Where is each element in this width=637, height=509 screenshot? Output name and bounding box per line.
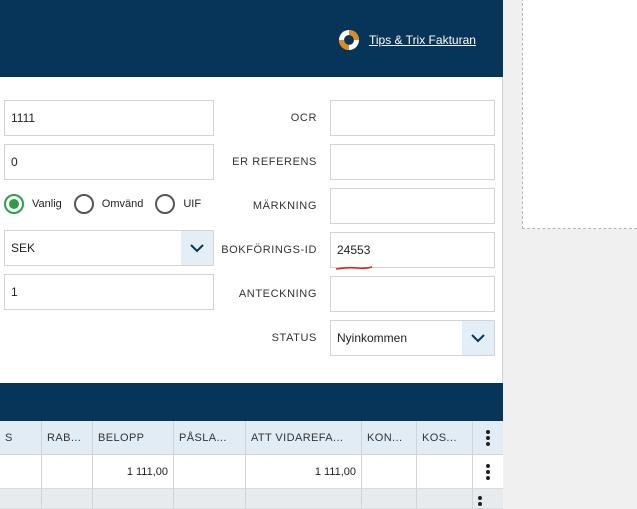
table-cell: [417, 455, 473, 488]
anteckning-input[interactable]: [330, 276, 495, 312]
radio-label-omvand: Omvänd: [101, 198, 144, 210]
column-header[interactable]: KOS...: [417, 421, 473, 454]
table-cell: [42, 455, 93, 488]
kebab-menu-icon[interactable]: [473, 489, 503, 508]
table-cell: [0, 455, 42, 488]
bokforings-id-input[interactable]: 24553: [330, 232, 495, 268]
table-cell: [362, 455, 417, 488]
status-label: STATUS: [271, 332, 317, 344]
radio-circle-icon: [73, 194, 94, 214]
tips-link[interactable]: Tips & Trix Fakturan: [369, 33, 476, 47]
ocr-label: OCR: [290, 112, 317, 124]
red-underline-annotation: [335, 266, 373, 270]
bokforings-id-label: BOKFÖRINGS-ID: [221, 244, 317, 256]
lifebuoy-icon: [339, 30, 359, 50]
table-cell-belopp: 1 111,00: [93, 455, 174, 488]
radio-circle-checked-icon: [4, 194, 24, 214]
radio-omvand[interactable]: Omvänd: [73, 194, 144, 214]
status-value: Nyinkommen: [337, 331, 408, 345]
table-cell: [174, 489, 246, 508]
table-cell: [93, 489, 174, 508]
currency-value: SEK: [11, 241, 36, 255]
markning-input[interactable]: [330, 188, 495, 224]
column-header[interactable]: PÅSLA...: [174, 421, 246, 454]
table-cell: [0, 489, 42, 508]
status-dropdown-button[interactable]: [462, 321, 494, 355]
status-select[interactable]: Nyinkommen: [330, 320, 495, 356]
column-header[interactable]: S: [0, 421, 42, 454]
invoice-rows-table: S RAB... BELOPP PÅSLA... ATT VIDAREFA...…: [0, 421, 503, 509]
table-row[interactable]: 1 111,00 1 111,00: [0, 455, 503, 489]
column-header[interactable]: RAB...: [42, 421, 93, 454]
tips-link-group[interactable]: Tips & Trix Fakturan: [337, 28, 476, 52]
kebab-menu-icon[interactable]: [473, 455, 503, 488]
column-header[interactable]: KON...: [362, 421, 417, 454]
table-cell: [362, 489, 417, 508]
anteckning-label: ANTECKNING: [238, 288, 317, 300]
table-header-row: S RAB... BELOPP PÅSLA... ATT VIDAREFA...…: [0, 421, 503, 455]
ocr-input[interactable]: [330, 100, 495, 136]
kebab-menu-icon[interactable]: [473, 421, 503, 454]
chevron-down-icon: [471, 333, 485, 342]
table-cell: [417, 489, 473, 508]
dashed-drop-zone: [522, 0, 637, 229]
radio-label-vanlig: Vanlig: [32, 198, 62, 210]
section-header-bar: [0, 383, 503, 421]
markning-label: MÄRKNING: [252, 200, 317, 212]
er-referens-input[interactable]: [330, 144, 495, 180]
column-header[interactable]: ATT VIDAREFA...: [246, 421, 362, 454]
table-cell-att-vidarefakturera: 1 111,00: [246, 455, 362, 488]
table-cell: [42, 489, 93, 508]
table-cell: [246, 489, 362, 508]
column-header[interactable]: BELOPP: [93, 421, 174, 454]
radio-vanlig[interactable]: Vanlig: [4, 194, 62, 214]
invoice-panel: Tips & Trix Fakturan 1111 0 Vanlig Omvän…: [0, 0, 503, 509]
table-cell: [174, 455, 246, 488]
header-bar: Tips & Trix Fakturan: [0, 0, 503, 77]
er-referens-label: ER REFERENS: [232, 156, 317, 168]
table-row[interactable]: [0, 489, 503, 509]
